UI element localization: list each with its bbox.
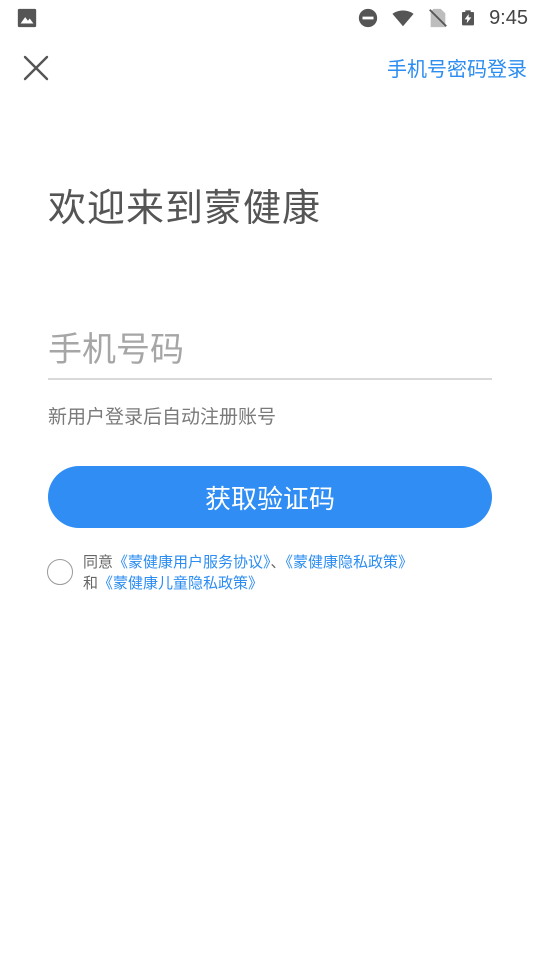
wifi-icon <box>392 10 414 27</box>
password-login-link[interactable]: 手机号密码登录 <box>387 55 527 83</box>
no-sim-icon <box>429 8 447 28</box>
register-hint: 新用户登录后自动注册账号 <box>48 406 277 428</box>
phone-number-input[interactable] <box>48 322 492 380</box>
agreement-separator: 、 <box>270 553 286 571</box>
do-not-disturb-icon <box>358 8 378 28</box>
agreement-and: 和 <box>83 574 99 592</box>
agreement-text: 同意《蒙健康用户服务协议》、《蒙健康隐私政策》 和《蒙健康儿童隐私政策》 <box>83 552 413 594</box>
status-icons: 9:45 <box>357 4 528 32</box>
agreement-line-2: 和《蒙健康儿童隐私政策》 <box>83 573 413 594</box>
privacy-policy-link[interactable]: 《蒙健康隐私政策》 <box>286 553 414 571</box>
status-time: 9:45 <box>489 6 528 29</box>
battery-charging-icon <box>462 10 475 26</box>
agreement-line-1: 同意《蒙健康用户服务协议》、《蒙健康隐私政策》 <box>83 552 413 573</box>
agreement-checkbox[interactable] <box>47 559 73 585</box>
gallery-icon <box>17 8 37 28</box>
close-icon <box>23 55 49 81</box>
children-privacy-policy-link[interactable]: 《蒙健康儿童隐私政策》 <box>98 574 263 592</box>
get-verification-code-button[interactable]: 获取验证码 <box>48 466 492 528</box>
agreement-prefix: 同意 <box>83 553 114 571</box>
status-bar: 9:45 <box>0 0 540 36</box>
user-service-agreement-link[interactable]: 《蒙健康用户服务协议》 <box>113 553 271 571</box>
page-title: 欢迎来到蒙健康 <box>48 186 322 230</box>
close-button[interactable] <box>20 52 52 84</box>
